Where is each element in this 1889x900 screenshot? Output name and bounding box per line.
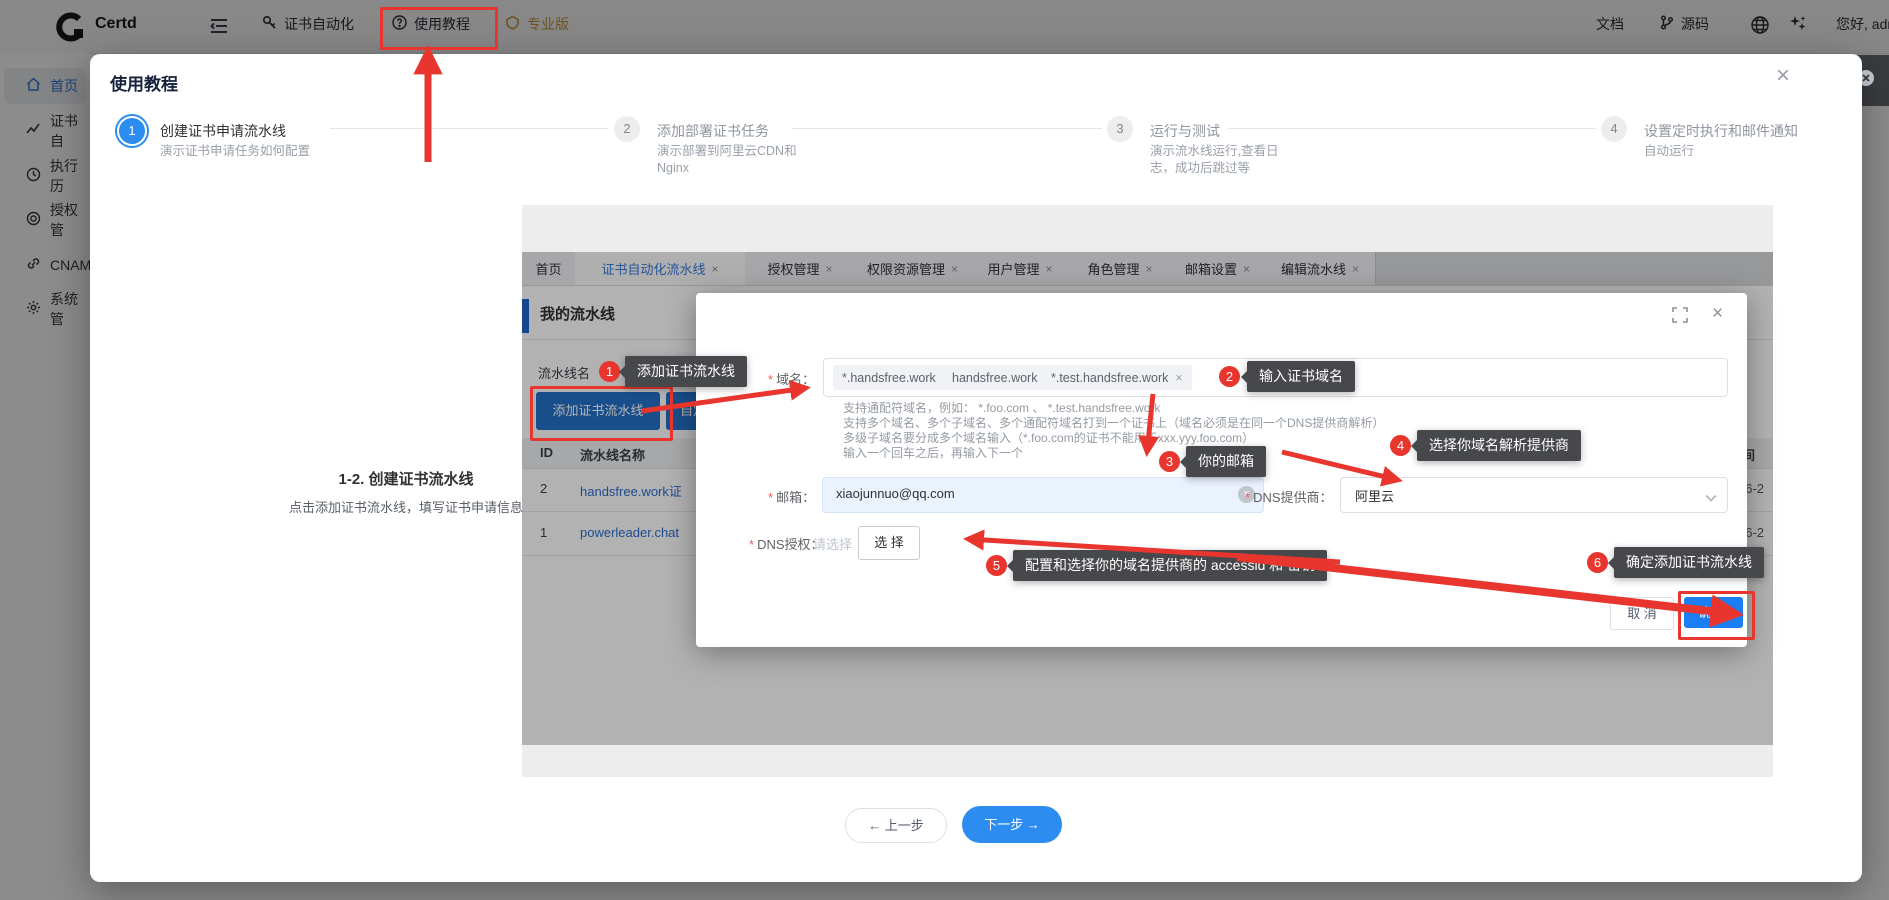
email-input: xiaojunnuo@qq.com × — [822, 477, 1264, 513]
step-connector — [1228, 128, 1596, 129]
step-2-desc: 演示部署到阿里云CDN和Nginx — [657, 143, 822, 177]
screenshot-bottom-strip — [522, 745, 1773, 777]
annotation-tip-2: 输入证书域名 — [1247, 361, 1355, 392]
step-3-title: 运行与测试 — [1150, 121, 1220, 141]
step-3-desc: 演示流水线运行,查看日志，成功后跳过等 — [1150, 143, 1302, 177]
modal-close-icon[interactable]: × — [1776, 62, 1790, 90]
step-2-indicator: 2 — [614, 116, 640, 142]
dns-auth-placeholder: 请选择 — [813, 534, 852, 553]
annotation-tip-1: 添加证书流水线 — [625, 356, 747, 387]
domain-tag: *.handsfree.work× — [833, 365, 959, 390]
screenshot-top-strip — [522, 205, 1773, 252]
annotation-badge-1: 1 — [599, 361, 620, 382]
annotation-badge-6: 6 — [1587, 552, 1608, 573]
dns-provider-select: 阿里云 — [1340, 477, 1728, 513]
annotation-badge-5: 5 — [986, 555, 1007, 576]
step-2-title: 添加部署证书任务 — [657, 121, 769, 141]
dns-provider-label: *DNS提供商： — [1245, 487, 1333, 506]
domain-label: *域名： — [768, 369, 815, 388]
step-4-title: 设置定时执行和邮件通知 — [1644, 121, 1798, 141]
prev-step-button[interactable]: ← 上一步 — [845, 808, 947, 843]
highlight-box-confirm — [1678, 591, 1755, 640]
step-1-indicator: 1 — [117, 116, 147, 146]
email-label: *邮箱： — [768, 487, 815, 506]
tag-remove-icon: × — [1175, 371, 1182, 385]
annotation-tip-4: 选择你域名解析提供商 — [1417, 430, 1581, 461]
page-root: Certd 证书自动化 使用教程 专业版 文档 源码 您好, — [0, 0, 1889, 900]
annotation-tip-5: 配置和选择你的域名提供商的 accessid 和 密钥 — [1013, 550, 1327, 581]
highlight-box-add-button — [530, 386, 673, 441]
step-3-indicator: 3 — [1107, 116, 1133, 142]
step-connector — [792, 128, 1102, 129]
cancel-button: 取 消 — [1610, 597, 1674, 630]
domain-help-line: 输入一个回车之后，再输入下一个 — [843, 444, 1023, 461]
step-connector — [330, 128, 608, 129]
annotation-badge-4: 4 — [1390, 435, 1411, 456]
next-step-button[interactable]: 下一步 → — [962, 806, 1062, 843]
step-4-desc: 自动运行 — [1644, 143, 1814, 160]
dns-auth-select-button: 选 择 — [858, 526, 920, 560]
step-4-indicator: 4 — [1601, 116, 1627, 142]
domain-tag: *.test.handsfree.work× — [1042, 365, 1192, 390]
fullscreen-icon — [1672, 307, 1688, 328]
annotation-tip-3: 你的邮箱 — [1186, 446, 1266, 477]
annotation-tip-6: 确定添加证书流水线 — [1614, 547, 1764, 578]
modal-title: 使用教程 — [110, 70, 178, 95]
caption-title: 1-2. 创建证书流水线 — [256, 468, 556, 489]
step-1-title: 创建证书申请流水线 — [160, 121, 286, 141]
annotation-badge-3: 3 — [1159, 451, 1180, 472]
dialog-close-icon: × — [1712, 303, 1723, 325]
step-1-desc: 演示证书申请任务如何配置 — [160, 143, 318, 160]
chevron-down-icon — [1705, 489, 1717, 507]
highlight-box-tutorial — [380, 7, 498, 50]
annotation-badge-2: 2 — [1219, 366, 1240, 387]
